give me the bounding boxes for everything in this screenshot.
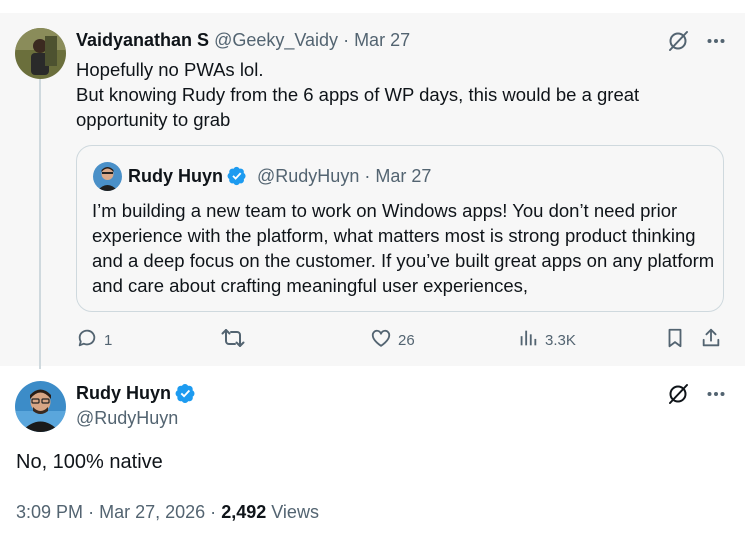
main-author-name[interactable]: Rudy Huyn [76,383,171,404]
parent-tweet-text-line-1: Hopefully no PWAs lol. [76,59,264,80]
parent-tweet-header: Vaidyanathan S @Geeky_Vaidy · Mar 27 [76,29,410,51]
parent-tweet[interactable]: Vaidyanathan S @Geeky_Vaidy · Mar 27 Hop… [0,13,745,366]
like-count: 26 [398,331,415,349]
share-button[interactable] [700,325,722,355]
tweet-time[interactable]: 3:09 PM [16,502,83,522]
parent-tweet-text-line-2: But knowing Rudy from the 6 apps of WP d… [76,84,640,130]
more-icon[interactable] [706,384,726,404]
like-icon [370,327,392,353]
like-button[interactable]: 26 [370,325,415,355]
share-icon [700,327,722,353]
quoted-tweet-header: Rudy Huyn @RudyHuyn · Mar 27 [128,165,431,187]
quoted-tweet-text: I’m building a new team to work on Windo… [92,200,715,296]
quoted-author-handle[interactable]: @RudyHuyn [257,166,359,187]
bookmark-icon [664,327,686,353]
grok-icon[interactable] [666,29,690,53]
main-tweet-top-actions [666,382,726,406]
main-tweet-metadata: 3:09 PM · Mar 27, 2026 · 2,492 Views [16,502,319,523]
grok-icon[interactable] [666,382,690,406]
retweet-icon [221,327,245,353]
parent-author-name[interactable]: Vaidyanathan S [76,30,209,51]
parent-author-handle[interactable]: @Geeky_Vaidy [214,30,338,51]
bookmark-button[interactable] [664,325,686,355]
verified-badge-icon [175,383,196,404]
parent-tweet-action-bar: 1 26 3.3K [76,325,726,355]
quoted-author-name[interactable]: Rudy Huyn [128,166,223,187]
quoted-tweet-card[interactable]: Rudy Huyn @RudyHuyn · Mar 27 I’m buildin… [76,145,724,312]
main-author-name-row: Rudy Huyn [76,382,196,404]
reply-icon [76,327,98,353]
verified-badge-icon [227,166,247,186]
views-icon [517,327,539,353]
tweet-views-count: 2,492 [221,502,267,522]
quoted-tweet-date[interactable]: Mar 27 [375,166,431,187]
parent-tweet-text: Hopefully no PWAs lol. But knowing Rudy … [76,57,716,132]
views-count: 3.3K [545,331,576,349]
main-author-handle[interactable]: @RudyHuyn [76,408,178,429]
reply-button[interactable]: 1 [76,325,112,355]
meta-separator: · [88,502,95,522]
tweet-views-label: Views [271,502,319,522]
parent-tweet-date[interactable]: Mar 27 [354,30,410,51]
retweet-button[interactable] [221,325,245,355]
header-separator: · [343,29,350,50]
tweet-page: Vaidyanathan S @Geeky_Vaidy · Mar 27 Hop… [0,0,745,537]
main-tweet-text: No, 100% native [16,451,163,473]
meta-separator: · [210,502,217,522]
thread-connector-line [39,79,41,369]
quoted-author-avatar[interactable] [93,162,122,191]
header-separator: · [364,165,371,186]
views-button[interactable]: 3.3K [517,325,576,355]
parent-tweet-top-actions [666,29,726,53]
reply-count: 1 [104,331,113,349]
tweet-date[interactable]: Mar 27, 2026 [99,502,205,522]
main-author-avatar[interactable] [15,381,66,432]
more-icon[interactable] [706,31,726,51]
parent-author-avatar[interactable] [15,28,66,79]
